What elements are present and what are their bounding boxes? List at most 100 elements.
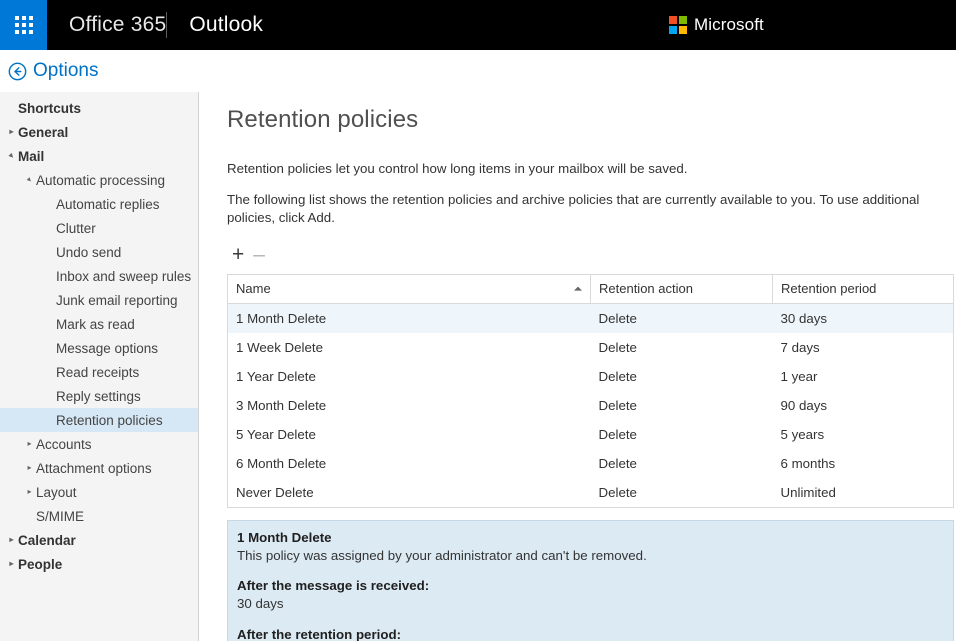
retention-action-cell: Delete xyxy=(591,333,773,362)
main-content: Retention policies Retention policies le… xyxy=(199,92,956,641)
detail-retention-label: After the retention period: xyxy=(237,627,943,641)
chevron-collapsed-icon[interactable]: ▸ xyxy=(23,440,36,448)
sidebar-item-clutter[interactable]: ▸Clutter xyxy=(0,216,198,240)
app-launcher-button[interactable] xyxy=(0,0,47,50)
sidebar-item-mark-as-read[interactable]: ▸Mark as read xyxy=(0,312,198,336)
sidebar-item-automatic-processing[interactable]: ▸Automatic processing xyxy=(0,168,198,192)
sidebar-item-shortcuts[interactable]: ▸Shortcuts xyxy=(0,96,198,120)
policy-toolbar: + – xyxy=(227,242,952,268)
sidebar-item-junk-email-reporting[interactable]: ▸Junk email reporting xyxy=(0,288,198,312)
retention-action-cell: Delete xyxy=(591,391,773,420)
chevron-collapsed-icon[interactable]: ▸ xyxy=(23,464,36,472)
suite-header-bar: Office 365 Outlook Microsoft xyxy=(0,0,956,50)
detail-received-value: 30 days xyxy=(237,596,943,611)
sidebar-item-label: Undo send xyxy=(56,245,121,260)
sidebar-item-label: S/MIME xyxy=(36,509,84,524)
detail-received-label: After the message is received: xyxy=(237,578,943,593)
sidebar-item-label: Accounts xyxy=(36,437,92,452)
table-header-row: Name Retention action Retention period xyxy=(228,274,954,303)
retention-period-cell: 30 days xyxy=(773,303,954,333)
options-back-label: Options xyxy=(33,60,98,82)
sidebar-item-label: People xyxy=(18,557,62,572)
office-365-brand-link[interactable]: Office 365 xyxy=(47,0,166,50)
retention-action-cell: Delete xyxy=(591,362,773,391)
column-header-name[interactable]: Name xyxy=(228,274,591,303)
sidebar-item-reply-settings[interactable]: ▸Reply settings xyxy=(0,384,198,408)
retention-period-cell: 1 year xyxy=(773,362,954,391)
sidebar-item-label: Automatic replies xyxy=(56,197,160,212)
intro-paragraph-1: Retention policies let you control how l… xyxy=(227,160,952,177)
outlook-app-link[interactable]: Outlook xyxy=(167,0,285,50)
sidebar-item-attachment-options[interactable]: ▸Attachment options xyxy=(0,456,198,480)
retention-action-cell: Delete xyxy=(591,449,773,478)
page-title: Retention policies xyxy=(227,106,952,134)
chevron-expanded-icon[interactable]: ▸ xyxy=(22,173,37,188)
column-header-retention-action[interactable]: Retention action xyxy=(591,274,773,303)
sidebar-item-label: Clutter xyxy=(56,221,96,236)
table-row[interactable]: 1 Month DeleteDelete30 days xyxy=(228,303,954,333)
retention-action-cell: Delete xyxy=(591,303,773,333)
chevron-collapsed-icon[interactable]: ▸ xyxy=(5,128,18,136)
sidebar-item-inbox-and-sweep-rules[interactable]: ▸Inbox and sweep rules xyxy=(0,264,198,288)
table-row[interactable]: 6 Month DeleteDelete6 months xyxy=(228,449,954,478)
sidebar-item-label: Shortcuts xyxy=(18,101,81,116)
chevron-collapsed-icon[interactable]: ▸ xyxy=(5,560,18,568)
retention-period-cell: 7 days xyxy=(773,333,954,362)
sidebar-item-label: Read receipts xyxy=(56,365,139,380)
sidebar-item-calendar[interactable]: ▸Calendar xyxy=(0,528,198,552)
table-row[interactable]: 1 Week DeleteDelete7 days xyxy=(228,333,954,362)
sidebar-item-people[interactable]: ▸People xyxy=(0,552,198,576)
sidebar-item-read-receipts[interactable]: ▸Read receipts xyxy=(0,360,198,384)
table-row[interactable]: 1 Year DeleteDelete1 year xyxy=(228,362,954,391)
table-row[interactable]: 5 Year DeleteDelete5 years xyxy=(228,420,954,449)
table-row[interactable]: Never DeleteDeleteUnlimited xyxy=(228,478,954,508)
sidebar-item-label: Message options xyxy=(56,341,158,356)
policy-name-cell: 3 Month Delete xyxy=(228,391,591,420)
sidebar-item-accounts[interactable]: ▸Accounts xyxy=(0,432,198,456)
policy-name-cell: 1 Month Delete xyxy=(228,303,591,333)
chevron-collapsed-icon[interactable]: ▸ xyxy=(23,488,36,496)
sidebar-item-label: Inbox and sweep rules xyxy=(56,269,191,284)
sidebar-item-general[interactable]: ▸General xyxy=(0,120,198,144)
sidebar-item-message-options[interactable]: ▸Message options xyxy=(0,336,198,360)
sidebar-item-retention-policies[interactable]: ▸Retention policies xyxy=(0,408,198,432)
sidebar-item-label: Automatic processing xyxy=(36,173,165,188)
chevron-collapsed-icon[interactable]: ▸ xyxy=(5,536,18,544)
sidebar-item-label: Layout xyxy=(36,485,77,500)
sidebar-item-layout[interactable]: ▸Layout xyxy=(0,480,198,504)
options-back-link[interactable]: Options xyxy=(8,60,98,82)
policy-name-cell: 1 Week Delete xyxy=(228,333,591,362)
options-sidebar-nav: ▸Shortcuts▸General▸Mail▸Automatic proces… xyxy=(0,92,199,641)
table-row[interactable]: 3 Month DeleteDelete90 days xyxy=(228,391,954,420)
sidebar-item-label: Calendar xyxy=(18,533,76,548)
sidebar-item-s-mime[interactable]: ▸S/MIME xyxy=(0,504,198,528)
column-header-retention-period[interactable]: Retention period xyxy=(773,274,954,303)
policy-name-cell: 5 Year Delete xyxy=(228,420,591,449)
sidebar-item-mail[interactable]: ▸Mail xyxy=(0,144,198,168)
remove-policy-button[interactable]: – xyxy=(253,244,265,265)
retention-period-cell: Unlimited xyxy=(773,478,954,508)
microsoft-logo-icon xyxy=(669,16,687,34)
chevron-expanded-icon[interactable]: ▸ xyxy=(4,149,19,164)
sidebar-item-label: Reply settings xyxy=(56,389,141,404)
sidebar-item-label: Junk email reporting xyxy=(56,293,178,308)
policy-detail-panel: 1 Month Delete This policy was assigned … xyxy=(227,520,954,641)
detail-policy-note: This policy was assigned by your adminis… xyxy=(237,548,943,563)
add-policy-button[interactable]: + xyxy=(232,244,244,265)
column-header-name-label: Name xyxy=(236,281,271,296)
retention-policies-table: Name Retention action Retention period 1… xyxy=(227,274,954,508)
sidebar-item-label: Mail xyxy=(18,149,44,164)
app-launcher-waffle-icon xyxy=(15,16,33,34)
sidebar-item-label: General xyxy=(18,125,68,140)
policy-name-cell: Never Delete xyxy=(228,478,591,508)
sidebar-item-label: Attachment options xyxy=(36,461,152,476)
sidebar-item-label: Retention policies xyxy=(56,413,163,428)
sidebar-item-undo-send[interactable]: ▸Undo send xyxy=(0,240,198,264)
intro-paragraph-2: The following list shows the retention p… xyxy=(227,191,952,226)
retention-action-cell: Delete xyxy=(591,420,773,449)
retention-action-cell: Delete xyxy=(591,478,773,508)
sidebar-item-automatic-replies[interactable]: ▸Automatic replies xyxy=(0,192,198,216)
microsoft-logo: Microsoft xyxy=(669,0,764,50)
policy-name-cell: 6 Month Delete xyxy=(228,449,591,478)
sidebar-item-label: Mark as read xyxy=(56,317,135,332)
